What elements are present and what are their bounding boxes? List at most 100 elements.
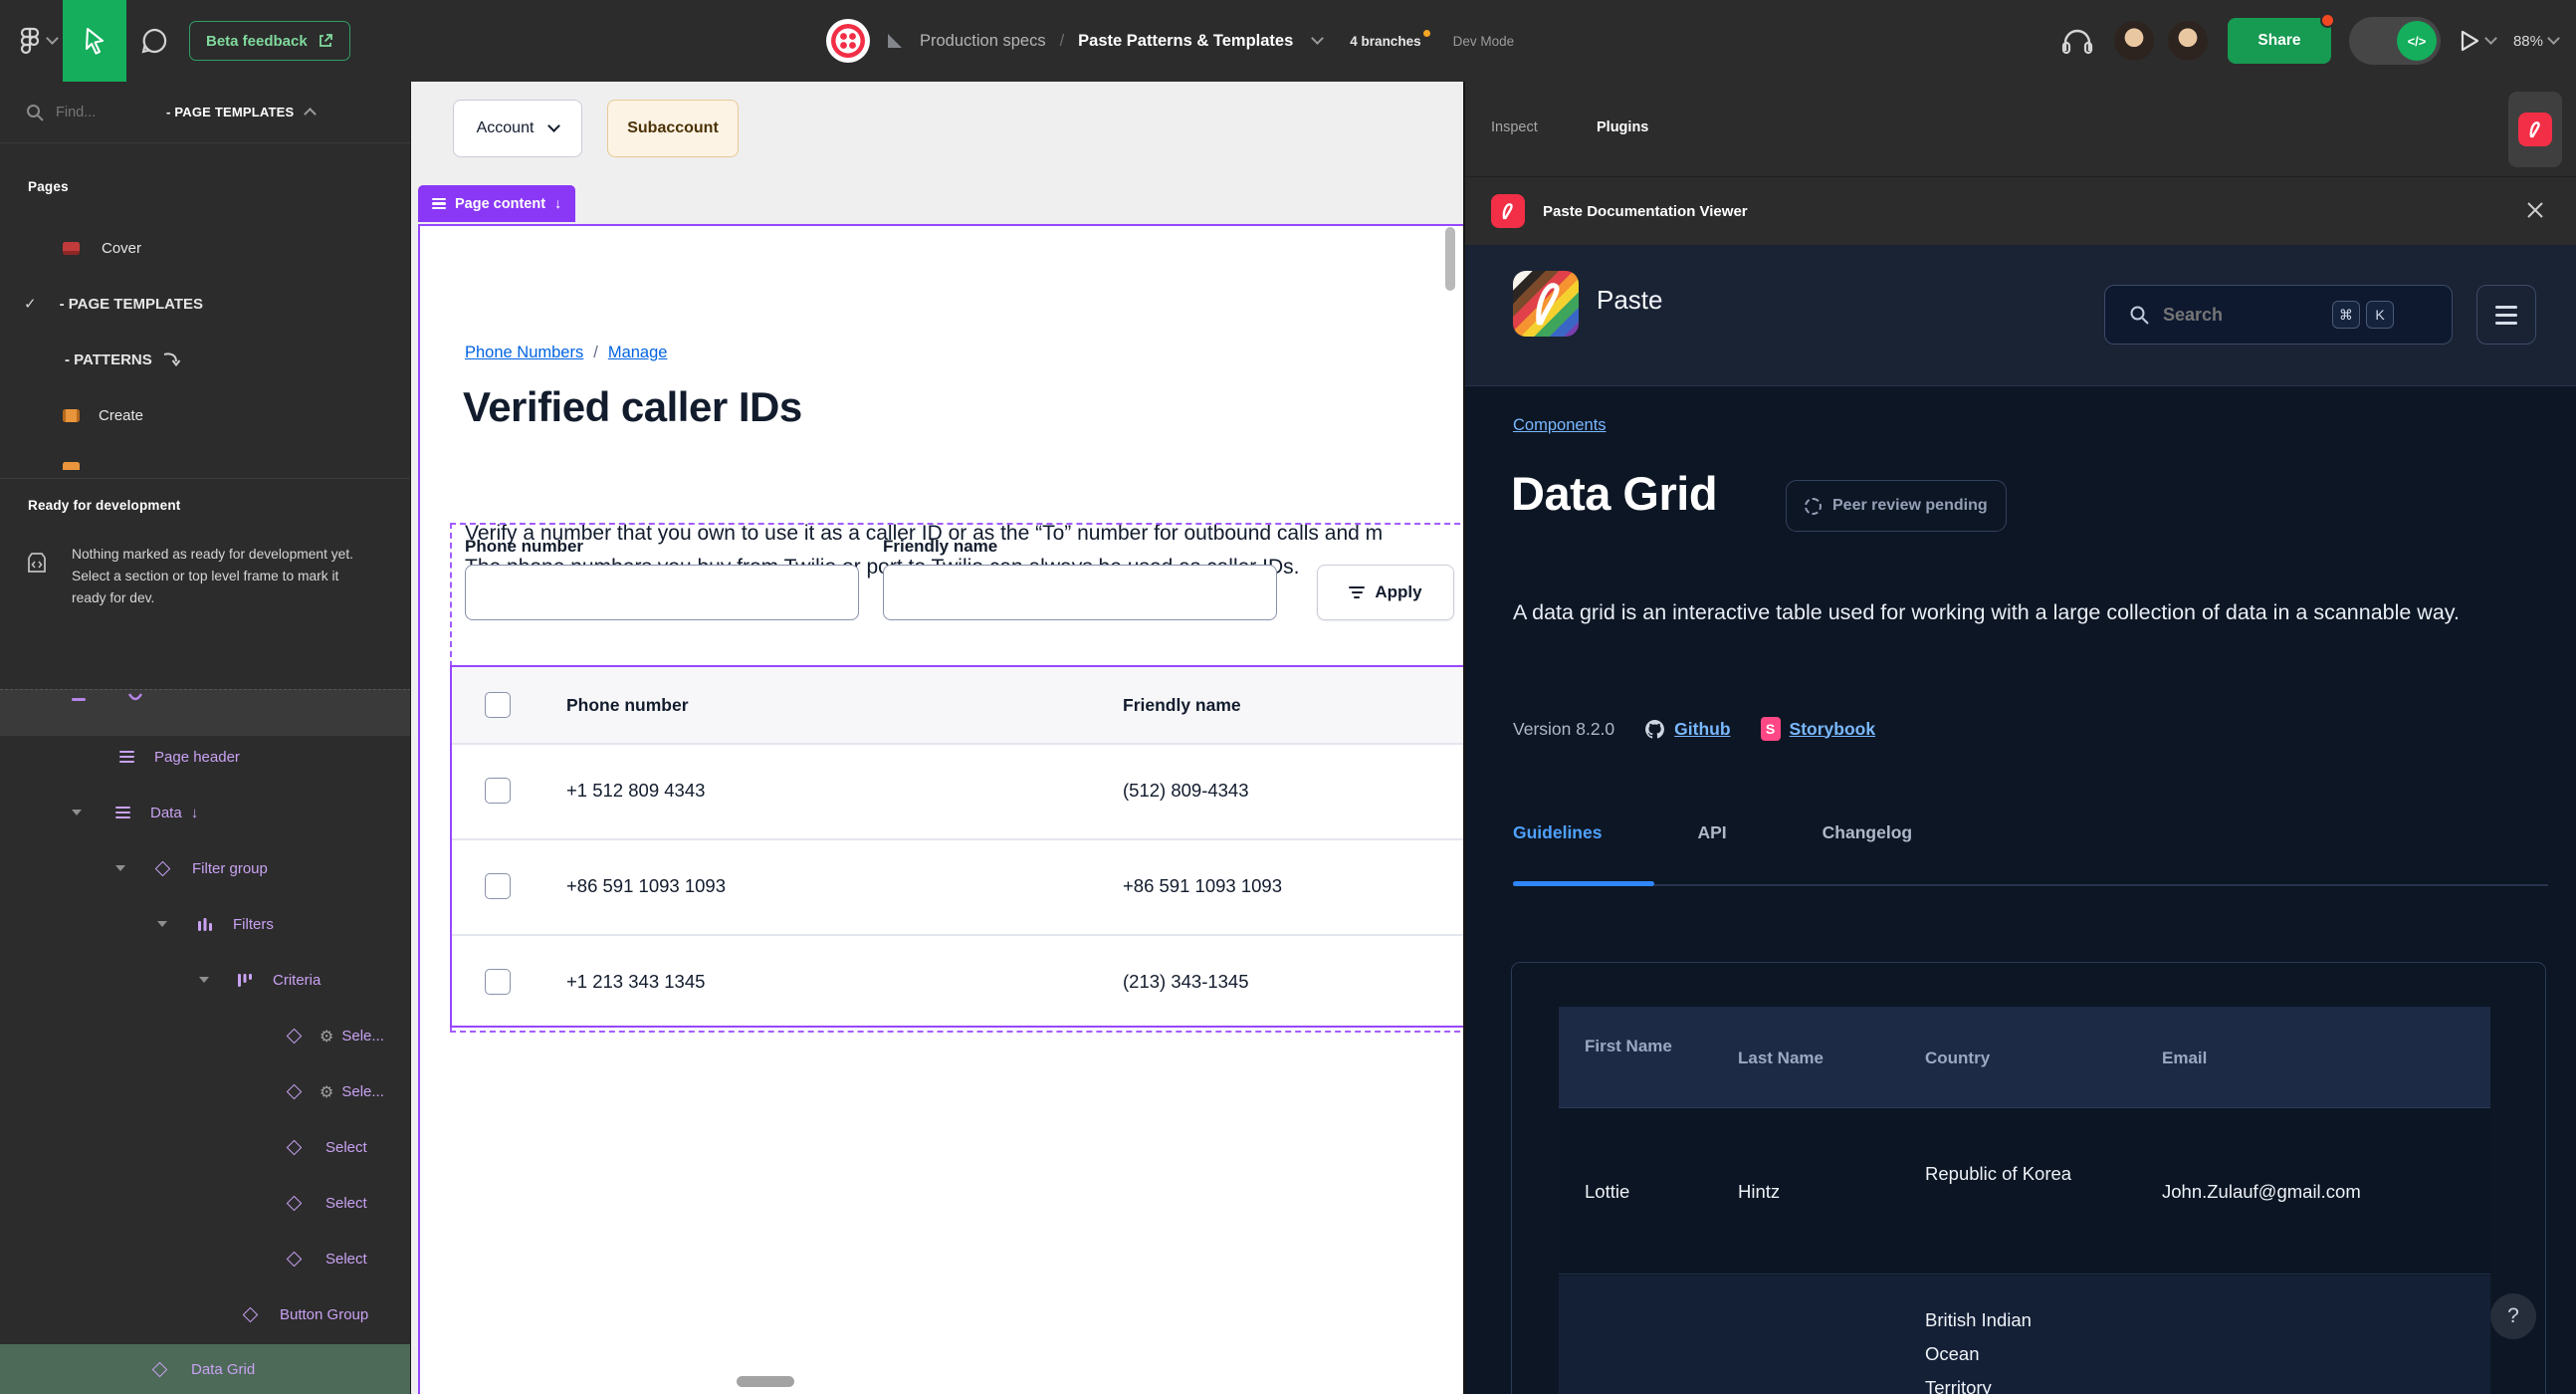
components-breadcrumb-link[interactable]: Components — [1513, 416, 1607, 435]
version-row: Version 8.2.0 Github S Storybook — [1513, 717, 1875, 741]
zoom-menu[interactable]: 88% — [2513, 31, 2560, 50]
active-plugin-button[interactable] — [2508, 92, 2562, 167]
layer-row-select[interactable]: Select — [0, 1119, 410, 1175]
close-icon[interactable] — [2524, 199, 2546, 221]
dev-mode-label: Dev Mode — [1452, 33, 1515, 49]
figma-menu-button[interactable] — [14, 0, 62, 82]
beta-feedback-button[interactable]: Beta feedback — [189, 21, 350, 61]
grid-row[interactable]: Lottie Hintz Republic of Korea John.Zula… — [1559, 1109, 2490, 1275]
cell-phone: +1 213 343 1345 — [566, 971, 706, 992]
row-checkbox[interactable] — [485, 969, 511, 995]
file-name[interactable]: Paste Patterns & Templates — [1078, 32, 1293, 51]
frame-resize-handle[interactable] — [737, 1376, 794, 1387]
hamburger-menu-button[interactable] — [2476, 285, 2536, 345]
grid-col-country[interactable]: Country — [1925, 1046, 1990, 1069]
layer-row-page-header[interactable]: Page header — [0, 729, 410, 785]
github-link-group[interactable]: Github — [1644, 719, 1731, 740]
subaccount-badge[interactable]: Subaccount — [607, 100, 739, 157]
layer-row-select-truncated[interactable]: ⚙ Sele... — [0, 1008, 410, 1063]
friendly-name-input[interactable] — [883, 565, 1277, 620]
kbd-k: K — [2366, 301, 2394, 329]
tab-changelog[interactable]: Changelog — [1823, 822, 1912, 843]
table-row[interactable]: +1 213 343 1345 (213) 343-1345 — [452, 934, 1463, 1030]
account-dropdown[interactable]: Account — [453, 100, 582, 157]
tab-guidelines[interactable]: Guidelines — [1513, 822, 1602, 843]
grid-col-last-name[interactable]: Last Name — [1738, 1046, 1824, 1069]
project-name[interactable]: Production specs — [920, 32, 1046, 51]
share-button-wrap: Share — [2227, 13, 2335, 64]
dev-mode-toggle[interactable]: </> — [2348, 17, 2441, 65]
apply-button[interactable]: Apply — [1317, 565, 1454, 620]
column-header-phone[interactable]: Phone number — [566, 695, 689, 716]
column-header-friendly[interactable]: Friendly name — [1123, 695, 1241, 716]
layer-label: Sele... — [341, 1082, 384, 1100]
plugin-window-title: Paste Documentation Viewer — [1543, 202, 1748, 220]
collapse-pages-chevron-icon[interactable] — [304, 108, 318, 120]
page-item-page-templates[interactable]: ✓ - PAGE TEMPLATES — [0, 281, 410, 327]
section-badge-page-content[interactable]: Page content ↓ — [418, 185, 576, 222]
file-menu-chevron-icon[interactable] — [1311, 31, 1325, 45]
plugin-body: Paste ⌘ K Components Data Grid — [1465, 245, 2576, 1394]
expand-caret-icon[interactable] — [199, 977, 209, 983]
layer-row-filter-group[interactable]: Filter group — [0, 840, 410, 896]
tab-api[interactable]: API — [1697, 822, 1726, 843]
page-content-frame[interactable]: Phone Numbers / Manage Verified caller I… — [418, 224, 1463, 1394]
avatar[interactable] — [2165, 19, 2210, 63]
grid-cell: Lottie — [1585, 1181, 1630, 1202]
expand-caret-icon[interactable] — [115, 865, 125, 871]
grid-col-first-name[interactable]: First Name — [1585, 1035, 1694, 1057]
share-button[interactable]: Share — [2227, 18, 2331, 64]
layer-row-select[interactable]: Select — [0, 1231, 410, 1286]
page-item-create[interactable]: Create — [0, 392, 410, 438]
layer-row-button-group[interactable]: Button Group — [0, 1286, 410, 1342]
huddle-headphones-icon[interactable] — [2060, 25, 2094, 57]
canvas-vertical-scrollbar[interactable] — [1445, 227, 1455, 291]
page-item-partial — [0, 448, 410, 470]
breadcrumb-link-phone-numbers[interactable]: Phone Numbers — [465, 344, 583, 362]
present-button[interactable] — [2459, 29, 2497, 53]
select-all-checkbox[interactable] — [485, 692, 511, 718]
external-link-icon — [319, 34, 332, 47]
branches-button[interactable]: 4 branches — [1350, 29, 1430, 49]
help-button[interactable]: ? — [2490, 1293, 2536, 1339]
doc-search-input[interactable] — [2163, 304, 2332, 326]
row-checkbox[interactable] — [485, 873, 511, 899]
table-row[interactable]: +1 512 809 4343 (512) 809-4343 — [452, 743, 1463, 838]
page-item-cover[interactable]: Cover — [0, 225, 410, 271]
subaccount-label: Subaccount — [627, 119, 719, 136]
breadcrumb: Phone Numbers / Manage — [465, 344, 667, 362]
expand-caret-icon[interactable] — [157, 921, 167, 927]
phone-number-input[interactable] — [465, 565, 859, 620]
move-tool-button[interactable] — [63, 0, 126, 82]
current-page-label[interactable]: - PAGE TEMPLATES — [166, 105, 294, 119]
expand-caret-icon[interactable] — [72, 810, 82, 815]
top-toolbar: Beta feedback Production specs / Paste P… — [0, 0, 2576, 82]
canvas[interactable]: Account Subaccount Page content ↓ Phone … — [411, 82, 1463, 1394]
page-item-label: Cover — [102, 239, 142, 257]
layer-row-filters[interactable]: Filters — [0, 896, 410, 952]
grid-col-email[interactable]: Email — [2162, 1046, 2207, 1069]
example-data-grid[interactable]: First Name Last Name Country Email Lotti… — [1559, 1007, 2490, 1394]
layer-row-select[interactable]: Select — [0, 1175, 410, 1231]
grid-row[interactable]: Paige Kshlerin British Indian Ocean Terr… — [1559, 1276, 2490, 1394]
tab-plugins[interactable]: Plugins — [1597, 119, 1648, 135]
layer-row-criteria[interactable]: Criteria — [0, 952, 410, 1008]
find-input[interactable] — [56, 104, 150, 120]
table-row[interactable]: +86 591 1093 1093 +86 591 1093 1093 — [452, 838, 1463, 934]
doc-search-box[interactable]: ⌘ K — [2104, 285, 2453, 345]
layer-arrow: ↓ — [190, 804, 199, 821]
comment-tool-button[interactable] — [132, 0, 176, 82]
version-label: Version 8.2.0 — [1513, 718, 1615, 739]
layer-row-select-truncated[interactable]: ⚙ Sele... — [0, 1063, 410, 1119]
avatar[interactable] — [2111, 19, 2156, 63]
criteria-bars-icon — [238, 973, 252, 987]
breadcrumb-link-manage[interactable]: Manage — [608, 344, 668, 362]
create-thumb-icon — [63, 408, 80, 422]
tabs-track — [1513, 884, 2548, 886]
layer-row-data-grid-selected[interactable]: Data Grid — [0, 1344, 410, 1394]
row-checkbox[interactable] — [485, 778, 511, 804]
storybook-link-group[interactable]: S Storybook — [1760, 717, 1875, 741]
layer-row-data[interactable]: Data ↓ — [0, 785, 410, 840]
tab-inspect[interactable]: Inspect — [1491, 119, 1538, 135]
page-item-patterns[interactable]: - PATTERNS — [0, 337, 410, 382]
